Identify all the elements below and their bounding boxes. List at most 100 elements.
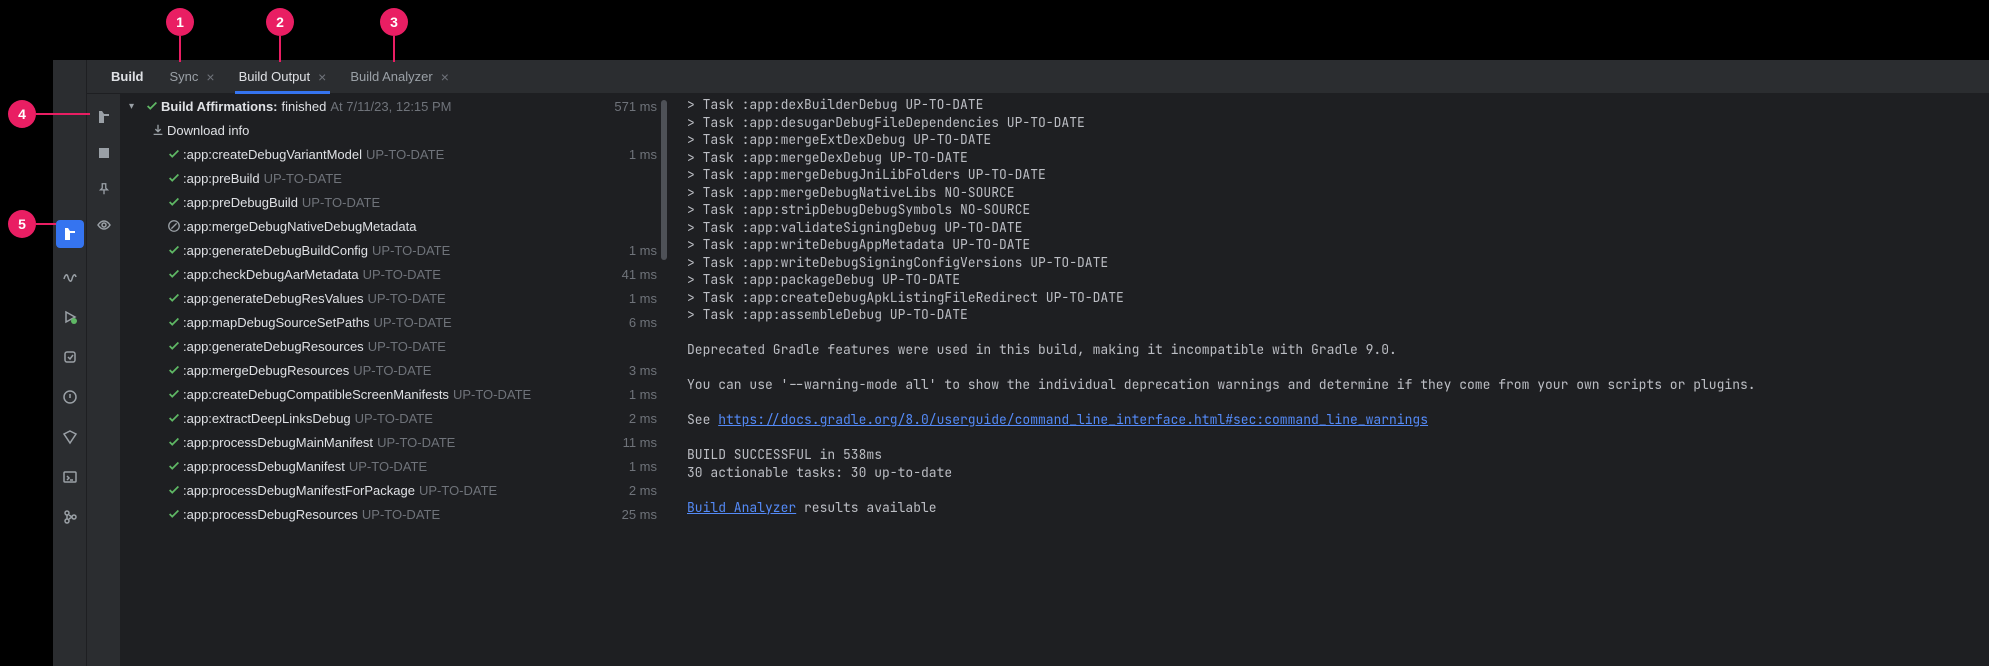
close-icon[interactable]: × xyxy=(206,70,214,84)
build-toolbar xyxy=(87,94,121,666)
task-status: UP-TO-DATE xyxy=(377,435,455,450)
task-time: 2 ms xyxy=(629,483,657,498)
task-time: 1 ms xyxy=(629,147,657,162)
task-status: UP-TO-DATE xyxy=(353,363,431,378)
task-row[interactable]: :app:generateDebugResValues UP-TO-DATE 1 m… xyxy=(121,286,669,310)
task-row[interactable]: :app:checkDebugAarMetadata UP-TO-DATE 41 m… xyxy=(121,262,669,286)
tab-build-analyzer[interactable]: Build Analyzer × xyxy=(340,60,459,94)
eye-icon[interactable] xyxy=(93,214,115,236)
build-label: Build xyxy=(99,60,156,94)
check-icon xyxy=(165,291,183,305)
callout-1: 1 xyxy=(166,8,194,36)
stop-icon[interactable] xyxy=(93,142,115,164)
build-tool-icon[interactable] xyxy=(56,220,84,248)
pin-icon[interactable] xyxy=(93,178,115,200)
left-tool-rail xyxy=(53,60,87,666)
callout-4: 4 xyxy=(8,100,36,128)
task-status: UP-TO-DATE xyxy=(367,291,445,306)
task-row[interactable]: :app:processDebugMainManifestUP-TO-DATE1… xyxy=(121,430,669,454)
console-text: results available xyxy=(796,499,936,516)
terminal-icon[interactable] xyxy=(59,466,81,488)
task-name: :app:generateDebugResValues xyxy=(183,291,363,306)
tab-label: Build Output xyxy=(239,69,311,84)
callout-3: 3 xyxy=(380,8,408,36)
callout-5: 5 xyxy=(8,210,36,238)
task-row[interactable]: :app:processDebugManifestForPackage UP-TO… xyxy=(121,478,669,502)
task-row[interactable]: :app:mergeDebugNativeDebugMetadata xyxy=(121,214,669,238)
tab-build-output[interactable]: Build Output × xyxy=(229,60,337,94)
check-icon xyxy=(165,339,183,353)
root-timestamp: At 7/11/23, 12:15 PM xyxy=(330,99,451,114)
task-time: 11 ms xyxy=(623,435,657,450)
check-icon xyxy=(143,99,161,113)
download-label: Download info xyxy=(167,123,249,138)
task-time: 6 ms xyxy=(629,315,657,330)
task-name: :app:mergeDebugNativeDebugMetadata xyxy=(183,219,416,234)
vcs-icon[interactable] xyxy=(59,506,81,528)
task-row[interactable]: :app:preBuildUP-TO-DATE xyxy=(121,166,669,190)
task-time: 1 ms xyxy=(629,387,657,402)
task-name: :app:mergeDebugResources xyxy=(183,363,349,378)
check-icon xyxy=(165,483,183,497)
check-icon xyxy=(165,267,183,281)
task-row[interactable]: :app:processDebugResourcesUP-TO-DATE25 m… xyxy=(121,502,669,526)
close-icon[interactable]: × xyxy=(441,70,449,84)
check-icon xyxy=(165,411,183,425)
task-status: UP-TO-DATE xyxy=(373,315,451,330)
console-text: 30 actionable tasks: 30 up-to-date xyxy=(687,464,952,481)
task-status: UP-TO-DATE xyxy=(453,387,531,402)
tab-sync[interactable]: Sync × xyxy=(160,60,225,94)
console-output[interactable]: > Task :app:dexBuilderDebug UP-TO-DATE >… xyxy=(669,94,1989,666)
app-quality-icon[interactable] xyxy=(59,426,81,448)
tree-download[interactable]: Download info xyxy=(121,118,669,142)
task-tree[interactable]: ▾ Build Affirmations: finished At 7/11/2… xyxy=(121,94,669,666)
task-name: :app:preDebugBuild xyxy=(183,195,298,210)
task-row[interactable]: :app:extractDeepLinksDebugUP-TO-DATE2 ms xyxy=(121,406,669,430)
task-status: UP-TO-DATE xyxy=(372,243,450,258)
scrollbar-thumb[interactable] xyxy=(661,100,667,260)
build-panel: Build Sync × Build Output × Build Analyz… xyxy=(87,60,1989,666)
app-inspection-icon[interactable] xyxy=(59,346,81,368)
check-icon xyxy=(165,147,183,161)
check-icon xyxy=(165,363,183,377)
profiler-icon[interactable] xyxy=(59,266,81,288)
toggle-view-icon[interactable] xyxy=(93,106,115,128)
check-icon xyxy=(165,171,183,185)
tree-root[interactable]: ▾ Build Affirmations: finished At 7/11/2… xyxy=(121,94,669,118)
task-time: 41 ms xyxy=(622,267,657,282)
task-row[interactable]: :app:mapDebugSourceSetPathsUP-TO-DATE6 m… xyxy=(121,310,669,334)
task-name: :app:extractDeepLinksDebug xyxy=(183,411,351,426)
chevron-down-icon[interactable]: ▾ xyxy=(129,101,143,112)
task-name: :app:processDebugManifestForPackage xyxy=(183,483,415,498)
task-status: UP-TO-DATE xyxy=(363,267,441,282)
root-time: 571 ms xyxy=(614,99,657,114)
console-text: BUILD SUCCESSFUL in 538ms xyxy=(687,446,882,463)
task-row[interactable]: :app:createDebugVariantModel UP-TO-DATE 1 … xyxy=(121,142,669,166)
root-status: finished xyxy=(282,99,327,114)
check-icon xyxy=(165,459,183,473)
skip-icon xyxy=(165,219,183,233)
task-name: :app:checkDebugAarMetadata xyxy=(183,267,359,282)
problems-icon[interactable] xyxy=(59,386,81,408)
task-time: 25 ms xyxy=(622,507,657,522)
task-row[interactable]: :app:createDebugCompatibleScreenManifest… xyxy=(121,382,669,406)
task-status: UP-TO-DATE xyxy=(366,147,444,162)
content-area: ▾ Build Affirmations: finished At 7/11/2… xyxy=(87,94,1989,666)
tab-label: Build Analyzer xyxy=(350,69,432,84)
console-text: Deprecated Gradle features were used in … xyxy=(687,341,1397,358)
task-name: :app:processDebugManifest xyxy=(183,459,345,474)
build-analyzer-link[interactable]: Build Analyzer xyxy=(687,499,796,516)
task-time: 1 ms xyxy=(629,291,657,306)
docs-link[interactable]: https://docs.gradle.org/8.0/userguide/co… xyxy=(718,411,1428,428)
task-name: :app:createDebugCompatibleScreenManifest… xyxy=(183,387,449,402)
check-icon xyxy=(165,387,183,401)
task-row[interactable]: :app:processDebugManifestUP-TO-DATE1 ms xyxy=(121,454,669,478)
task-row[interactable]: :app:generateDebugResourcesUP-TO-DATE xyxy=(121,334,669,358)
close-icon[interactable]: × xyxy=(318,70,326,84)
task-row[interactable]: :app:preDebugBuildUP-TO-DATE xyxy=(121,190,669,214)
task-row[interactable]: :app:mergeDebugResourcesUP-TO-DATE3 ms xyxy=(121,358,669,382)
task-status: UP-TO-DATE xyxy=(419,483,497,498)
task-row[interactable]: :app:generateDebugBuildConfigUP-TO-DATE1… xyxy=(121,238,669,262)
task-name: :app:createDebugVariantModel xyxy=(183,147,362,162)
run-icon[interactable] xyxy=(59,306,81,328)
